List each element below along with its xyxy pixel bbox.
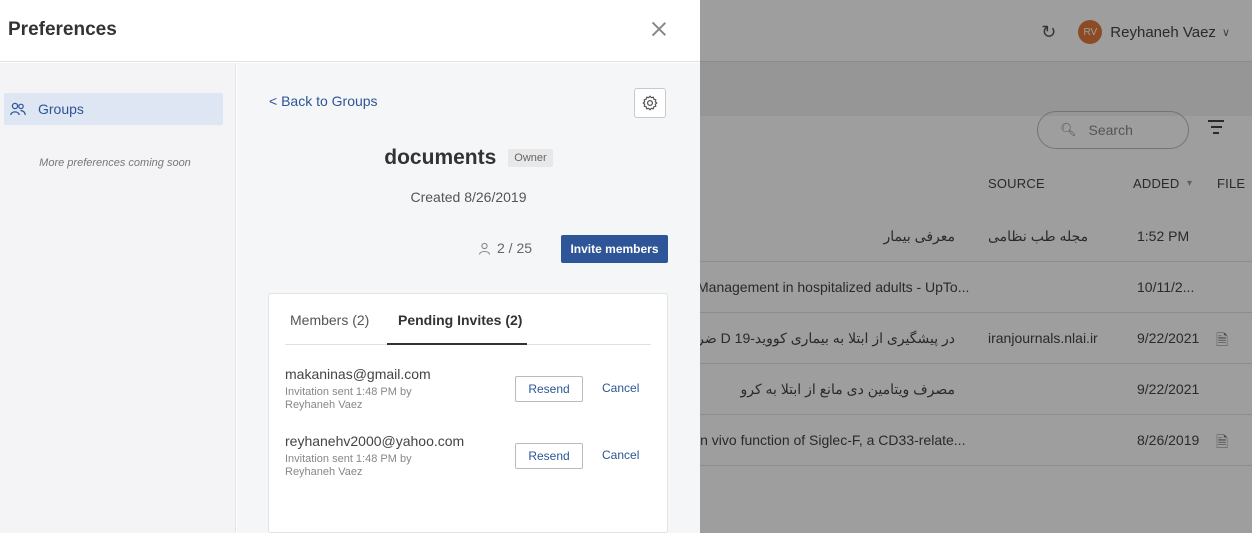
list-item: reyhanehv2000@yahoo.com Invitation sent … — [285, 433, 651, 489]
created-date: Created 8/26/2019 — [410, 189, 527, 205]
panel-title: Preferences — [8, 19, 117, 40]
sidebar-item-groups[interactable]: Groups — [4, 93, 223, 125]
group-name: documents — [384, 146, 497, 169]
invite-email: makaninas@gmail.com — [285, 366, 431, 382]
back-to-groups-link[interactable]: < Back to Groups — [269, 93, 378, 109]
invite-members-button[interactable]: Invite members — [561, 235, 668, 263]
group-detail: < Back to Groups documents Owner Created… — [237, 63, 700, 533]
gear-icon — [642, 95, 658, 111]
group-settings-button[interactable] — [634, 88, 666, 118]
close-icon[interactable] — [650, 20, 668, 38]
app-root: ↻ RV Reyhaneh Vaez ∨ 🔍︎ Search SOURCE AD… — [0, 0, 1252, 533]
role-badge: Owner — [508, 149, 553, 167]
invite-meta: Invitation sent 1:48 PM by Reyhaneh Vaez — [285, 453, 412, 478]
group-icon — [10, 102, 26, 116]
member-tabs: Members (2) Pending Invites (2) — [285, 294, 651, 345]
cancel-invite-link[interactable]: Cancel — [602, 448, 639, 462]
person-icon — [478, 242, 491, 255]
member-count: 2 / 25 — [478, 240, 532, 256]
preferences-sidebar: Groups More preferences coming soon — [0, 63, 236, 533]
invite-meta: Invitation sent 1:48 PM by Reyhaneh Vaez — [285, 386, 412, 411]
resend-button[interactable]: Resend — [515, 376, 583, 402]
preferences-panel: Preferences Groups More preferences comi… — [0, 0, 700, 533]
list-item: makaninas@gmail.com Invitation sent 1:48… — [285, 366, 651, 422]
sidebar-note: More preferences coming soon — [39, 157, 191, 169]
panel-header: Preferences — [0, 0, 700, 62]
invite-email: reyhanehv2000@yahoo.com — [285, 433, 465, 449]
cancel-invite-link[interactable]: Cancel — [602, 381, 639, 395]
members-card: Members (2) Pending Invites (2) makanina… — [268, 293, 668, 533]
tab-members[interactable]: Members (2) — [290, 312, 369, 328]
active-tab-indicator — [387, 343, 527, 345]
tab-pending-invites[interactable]: Pending Invites (2) — [398, 312, 522, 328]
member-count-value: 2 / 25 — [497, 240, 533, 256]
group-heading: documents Owner — [237, 146, 700, 170]
sidebar-item-label: Groups — [38, 101, 84, 117]
resend-button[interactable]: Resend — [515, 443, 583, 469]
